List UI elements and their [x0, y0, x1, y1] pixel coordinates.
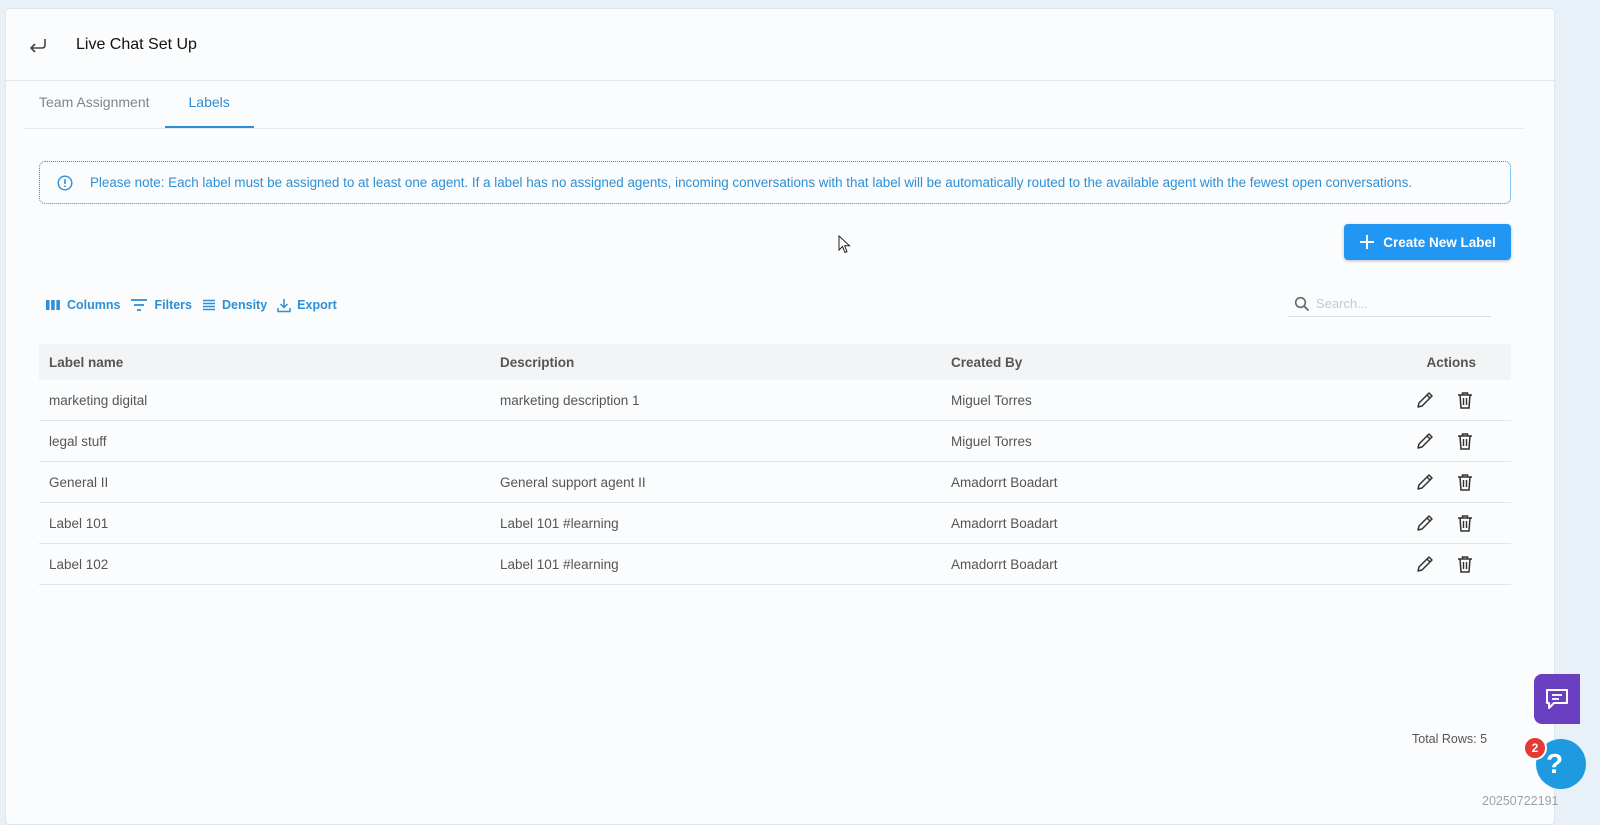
info-icon	[57, 174, 73, 191]
cell-created-by: Miguel Torres	[951, 392, 1032, 408]
delete-button[interactable]	[1454, 430, 1476, 452]
create-new-label-button[interactable]: Create New Label	[1344, 224, 1511, 260]
edit-button[interactable]	[1414, 471, 1436, 493]
header-created-by[interactable]: Created By	[941, 355, 1392, 370]
trash-icon	[1458, 433, 1472, 450]
edit-icon	[1417, 556, 1433, 572]
edit-button[interactable]	[1414, 430, 1436, 452]
edit-icon	[1417, 515, 1433, 531]
edit-icon	[1417, 433, 1433, 449]
trash-icon	[1458, 392, 1472, 409]
cell-actions	[1392, 430, 1511, 452]
cell-label-name: General II	[49, 474, 109, 490]
header-label-name[interactable]: Label name	[39, 355, 490, 370]
table-row[interactable]: Label 102 Label 101 #learning Amadorrt Boa…	[39, 544, 1511, 585]
density-button[interactable]: Density	[202, 298, 267, 312]
cell-description: General support agent II	[500, 474, 646, 490]
page-header: Live Chat Set Up	[6, 9, 1554, 81]
header-description[interactable]: Description	[490, 355, 941, 370]
table-row[interactable]: legal stuff Miguel Torres	[39, 421, 1511, 462]
edit-icon	[1417, 392, 1433, 408]
cell-actions	[1392, 471, 1511, 493]
chat-widget-button[interactable]	[1534, 674, 1580, 724]
density-icon	[203, 299, 215, 311]
cell-created-by: Miguel Torres	[951, 433, 1032, 449]
cell-label-name: Label 101	[49, 515, 109, 531]
cell-created-by: Amadorrt Boadart	[951, 474, 1058, 490]
cell-actions	[1392, 512, 1511, 534]
page-title: Live Chat Set Up	[76, 35, 197, 53]
delete-button[interactable]	[1454, 512, 1476, 534]
notice-banner: Please note: Each label must be assigned…	[39, 161, 1511, 204]
cell-actions	[1392, 553, 1511, 575]
notification-badge: 2	[1523, 736, 1547, 760]
search-icon	[1294, 296, 1310, 311]
cell-created-by: Amadorrt Boadart	[951, 556, 1058, 572]
table-body: marketing digital marketing description 1…	[39, 380, 1511, 585]
back-button[interactable]	[24, 31, 52, 59]
edit-icon	[1417, 474, 1433, 490]
search-box	[1288, 291, 1491, 317]
filters-button[interactable]: Filters	[130, 298, 192, 312]
download-icon	[277, 298, 291, 312]
columns-button[interactable]: Columns	[45, 298, 120, 312]
table-row[interactable]: marketing digital marketing description 1…	[39, 380, 1511, 421]
cell-description: marketing description 1	[500, 392, 640, 408]
tab-bar: Team Assignment Labels	[24, 82, 1524, 129]
cell-description: Label 101 #learning	[500, 515, 619, 531]
tab-team-assignment[interactable]: Team Assignment	[24, 82, 165, 128]
edit-button[interactable]	[1414, 389, 1436, 411]
edit-button[interactable]	[1414, 553, 1436, 575]
export-button[interactable]: Export	[277, 298, 337, 313]
export-label: Export	[297, 298, 337, 312]
cell-actions	[1392, 389, 1511, 411]
table-row[interactable]: Label 101 Label 101 #learning Amadorrt Boa…	[39, 503, 1511, 544]
trash-icon	[1458, 474, 1472, 491]
cell-label-name: Label 102	[49, 556, 109, 572]
cell-label-name: legal stuff	[49, 433, 107, 449]
create-new-label-text: Create New Label	[1383, 234, 1496, 250]
tab-labels[interactable]: Labels	[164, 82, 254, 128]
delete-button[interactable]	[1454, 389, 1476, 411]
chat-icon	[1546, 689, 1568, 709]
cell-description: Label 101 #learning	[500, 556, 619, 572]
search-input[interactable]	[1316, 296, 1486, 311]
back-arrow-icon	[29, 38, 46, 53]
help-icon: ?	[1546, 748, 1564, 779]
columns-icon	[46, 300, 60, 310]
edit-button[interactable]	[1414, 512, 1436, 534]
header-actions: Actions	[1426, 354, 1476, 370]
timestamp-text: 20250722191	[1482, 794, 1559, 808]
density-label: Density	[222, 298, 268, 312]
cell-created-by: Amadorrt Boadart	[951, 515, 1058, 531]
plus-icon	[1360, 235, 1375, 249]
trash-icon	[1458, 515, 1472, 532]
table-header: Label name Description Created By Action…	[39, 344, 1511, 380]
cell-label-name: marketing digital	[49, 392, 148, 408]
delete-button[interactable]	[1454, 471, 1476, 493]
table-row[interactable]: General II General support agent II Amador…	[39, 462, 1511, 503]
grid-toolbar: Columns Filters Density Export	[45, 294, 337, 316]
notice-text: Please note: Each label must be assigned…	[90, 175, 1413, 190]
columns-label: Columns	[67, 298, 121, 312]
mouse-cursor-icon	[838, 235, 851, 254]
filters-label: Filters	[154, 298, 192, 312]
trash-icon	[1458, 556, 1472, 573]
delete-button[interactable]	[1454, 553, 1476, 575]
labels-table: Label name Description Created By Action…	[39, 344, 1511, 585]
total-rows: Total Rows: 5	[1412, 732, 1488, 746]
filter-icon	[131, 299, 148, 311]
